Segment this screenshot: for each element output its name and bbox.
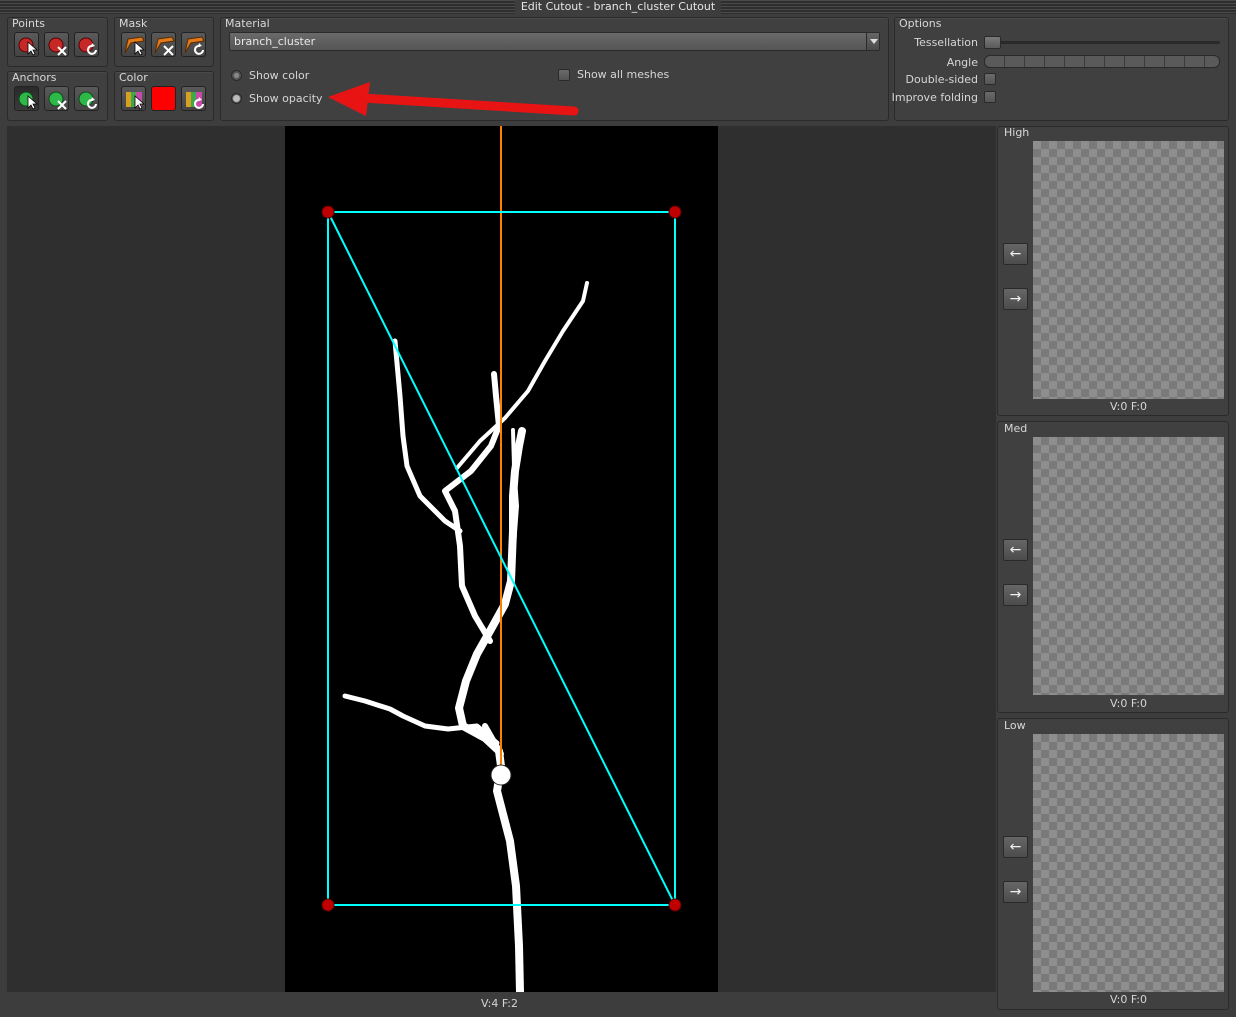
anchors-label: Anchors (12, 71, 57, 84)
lod-high-prev-button[interactable]: ← (1003, 243, 1028, 265)
mask-reset-icon (184, 36, 205, 55)
lod-low-label: Low (1004, 719, 1026, 732)
options-label: Options (899, 17, 942, 30)
lod-med-prev-button[interactable]: ← (1003, 539, 1028, 561)
anchors-delete-button[interactable] (44, 86, 69, 111)
mask-label: Mask (119, 17, 148, 30)
color-label: Color (119, 71, 148, 84)
mask-select-button[interactable] (121, 32, 146, 57)
lod-med-label: Med (1004, 422, 1028, 435)
red-point-reset-icon (78, 37, 97, 55)
tessellation-slider-handle[interactable] (984, 36, 1001, 49)
lod-high-status: V:0 F:0 (1109, 400, 1147, 413)
points-group: Points (7, 17, 108, 67)
mask-delete-icon (154, 36, 175, 56)
color-reset-icon (186, 92, 204, 109)
show-opacity-option[interactable]: Show opacity (231, 92, 323, 105)
arrow-left-icon: ← (1009, 542, 1022, 558)
red-point-select-icon (18, 37, 38, 56)
branch-texture (342, 281, 589, 996)
lod-low-preview[interactable] (1033, 734, 1224, 992)
lod-med-status: V:0 F:0 (1109, 697, 1147, 710)
anchors-group: Anchors (7, 71, 108, 121)
lod-panel-med: Med ← → V:0 F:0 (997, 421, 1229, 713)
window-title-bar: Edit Cutout - branch_cluster Cutout (0, 0, 1236, 14)
lod-high-label: High (1004, 126, 1030, 139)
options-group: Options Tessellation Angle Double-sided … (891, 17, 1229, 121)
points-label: Points (12, 17, 46, 30)
material-label: Material (225, 17, 270, 30)
show-opacity-radio[interactable] (231, 93, 242, 104)
arrow-right-icon: → (1009, 587, 1022, 603)
annotation-arrow (328, 82, 579, 116)
tessellation-slider-track (984, 41, 1220, 44)
pivot-anchor-handle[interactable] (490, 764, 512, 786)
cutout-point-top-right[interactable] (668, 205, 682, 219)
points-reset-button[interactable] (74, 32, 99, 57)
anchors-reset-button[interactable] (74, 86, 99, 111)
mask-select-icon (124, 36, 145, 56)
improve-folding-label: Improve folding (891, 91, 978, 104)
arrow-right-icon: → (1009, 291, 1022, 307)
material-select-value: branch_cluster (234, 35, 316, 48)
lod-panel-high: High ← → V:0 F:0 (997, 126, 1229, 416)
mask-reset-button[interactable] (181, 32, 206, 57)
arrow-left-icon: ← (1009, 246, 1022, 262)
arrow-right-icon: → (1009, 884, 1022, 900)
lod-med-next-button[interactable]: → (1003, 584, 1028, 606)
show-color-label: Show color (249, 69, 310, 82)
show-color-radio[interactable] (231, 70, 242, 81)
cutout-point-top-left[interactable] (321, 205, 335, 219)
color-reset-button[interactable] (181, 86, 206, 111)
window-title: Edit Cutout - branch_cluster Cutout (514, 0, 722, 14)
tessellation-label: Tessellation (914, 36, 978, 49)
points-select-button[interactable] (14, 32, 39, 57)
show-opacity-label: Show opacity (249, 92, 323, 105)
anchors-select-button[interactable] (14, 86, 39, 111)
lod-high-preview[interactable] (1033, 141, 1224, 399)
green-anchor-select-icon (18, 91, 38, 110)
chevron-down-icon[interactable] (866, 33, 879, 50)
color-group: Color (114, 71, 214, 121)
show-all-meshes-label: Show all meshes (577, 68, 670, 81)
lod-med-preview[interactable] (1033, 437, 1224, 695)
cutout-overlay[interactable] (285, 126, 718, 996)
lod-low-next-button[interactable]: → (1003, 881, 1028, 903)
cutout-point-bottom-left[interactable] (321, 898, 335, 912)
color-pick-button[interactable] (121, 86, 146, 111)
cutout-viewport[interactable] (7, 126, 996, 996)
points-delete-button[interactable] (44, 32, 69, 57)
arrow-left-icon: ← (1009, 839, 1022, 855)
cutout-point-bottom-right[interactable] (668, 898, 682, 912)
improve-folding-checkbox[interactable] (984, 91, 996, 103)
texture-canvas[interactable] (285, 126, 718, 996)
mask-delete-button[interactable] (151, 32, 176, 57)
show-color-option[interactable]: Show color (231, 69, 309, 82)
red-point-delete-icon (48, 37, 67, 56)
green-anchor-reset-icon (78, 91, 97, 109)
double-sided-checkbox[interactable] (984, 73, 996, 85)
lod-panel-low: Low ← → V:0 F:0 (997, 718, 1229, 1010)
double-sided-label: Double-sided (905, 73, 978, 86)
lod-low-prev-button[interactable]: ← (1003, 836, 1028, 858)
green-anchor-delete-icon (48, 91, 67, 110)
mask-group: Mask (114, 17, 214, 67)
lod-low-status: V:0 F:0 (1109, 993, 1147, 1006)
lod-high-next-button[interactable]: → (1003, 288, 1028, 310)
color-swatch[interactable] (151, 86, 176, 111)
color-picker-icon (126, 92, 145, 110)
angle-label: Angle (946, 56, 978, 69)
tessellation-slider[interactable] (984, 36, 1220, 49)
material-select[interactable]: branch_cluster (229, 32, 880, 51)
angle-slider[interactable] (984, 55, 1220, 68)
viewport-status: V:4 F:2 (481, 997, 519, 1010)
